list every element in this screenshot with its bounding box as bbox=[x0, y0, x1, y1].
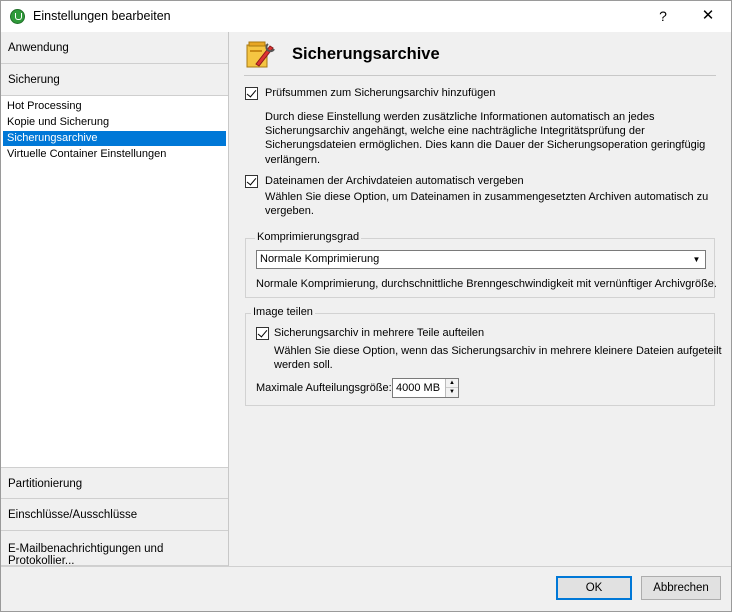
description-line: Durch diese Einstellung werden zusätzlic… bbox=[265, 111, 655, 123]
checksum-checkbox[interactable] bbox=[245, 87, 258, 100]
spin-down-icon[interactable]: ▼ bbox=[446, 388, 458, 397]
auto-filenames-checkbox[interactable] bbox=[245, 175, 258, 188]
sidebar-category-sicherung[interactable]: Sicherung bbox=[1, 64, 228, 96]
help-button[interactable]: ? bbox=[651, 5, 675, 27]
settings-dialog: Einstellungen bearbeiten ? ✕ Anwendung S… bbox=[0, 0, 732, 612]
cancel-button[interactable]: Abbrechen bbox=[641, 576, 721, 600]
chevron-down-icon[interactable]: ▼ bbox=[689, 252, 704, 267]
sidebar-category-label: Sicherung bbox=[8, 74, 60, 86]
auto-filenames-label[interactable]: Dateinamen der Archivdateien automatisch… bbox=[265, 175, 524, 187]
split-archive-checkbox[interactable] bbox=[256, 327, 269, 340]
dialog-footer: OK Abbrechen bbox=[1, 566, 731, 611]
ok-button[interactable]: OK bbox=[556, 576, 632, 600]
sidebar-category-email[interactable]: E-Mailbenachrichtigungen und Protokollie… bbox=[1, 531, 228, 567]
max-split-size-label: Maximale Aufteilungsgröße: bbox=[256, 382, 392, 394]
max-split-size-spinner[interactable]: 4000 MB ▲ ▼ bbox=[392, 378, 459, 398]
sidebar-category-partitionierung[interactable]: Partitionierung bbox=[1, 467, 228, 499]
sidebar-item-label: Virtuelle Container Einstellungen bbox=[7, 148, 167, 160]
archive-settings-icon bbox=[246, 41, 275, 68]
sidebar-item-label: Hot Processing bbox=[7, 100, 82, 112]
spinner-buttons: ▲ ▼ bbox=[445, 379, 458, 397]
description-line: Wählen Sie diese Option, wenn das Sicher… bbox=[274, 345, 722, 357]
close-button[interactable]: ✕ bbox=[695, 5, 721, 27]
sidebar-item-label: Kopie und Sicherung bbox=[7, 116, 110, 128]
sidebar-category-label: Anwendung bbox=[8, 42, 69, 54]
split-image-group-title: Image teilen bbox=[251, 306, 315, 318]
window-title: Einstellungen bearbeiten bbox=[33, 9, 171, 23]
compression-selected-value: Normale Komprimierung bbox=[260, 253, 380, 265]
title-bar: Einstellungen bearbeiten ? ✕ bbox=[1, 1, 731, 32]
sidebar-category-label: E-Mailbenachrichtigungen und Protokollie… bbox=[8, 543, 164, 567]
compression-dropdown[interactable]: Normale Komprimierung ▼ bbox=[256, 250, 706, 269]
max-split-size-value[interactable]: 4000 MB bbox=[396, 382, 440, 394]
compression-description: Normale Komprimierung, durchschnittliche… bbox=[256, 278, 717, 290]
split-archive-label[interactable]: Sicherungsarchiv in mehrere Teile auftei… bbox=[274, 327, 484, 339]
sidebar-sub-list: Hot Processing Kopie und Sicherung Siche… bbox=[1, 97, 228, 465]
page-title: Sicherungsarchive bbox=[292, 45, 440, 63]
sidebar-item-kopie-und-sicherung[interactable]: Kopie und Sicherung bbox=[3, 115, 226, 130]
compression-group-title: Komprimierungsgrad bbox=[255, 231, 362, 243]
description-line: verlängern. bbox=[265, 153, 321, 166]
sidebar-item-hot-processing[interactable]: Hot Processing bbox=[3, 99, 226, 114]
auto-filenames-description: Wählen Sie diese Option, um Dateinamen i… bbox=[265, 190, 708, 218]
checksum-label[interactable]: Prüfsummen zum Sicherungsarchiv hinzufüg… bbox=[265, 87, 496, 99]
description-line: vergeben. bbox=[265, 205, 314, 218]
header-divider bbox=[244, 75, 716, 76]
sidebar-item-label: Sicherungsarchive bbox=[7, 132, 98, 144]
sidebar-category-label: Einschlüsse/Ausschlüsse bbox=[8, 509, 138, 521]
description-line: Wählen Sie diese Option, um Dateinamen i… bbox=[265, 191, 709, 203]
sidebar-category-einschluesse[interactable]: Einschlüsse/Ausschlüsse bbox=[1, 499, 228, 531]
checksum-description: Durch diese Einstellung werden zusätzlic… bbox=[265, 110, 705, 167]
sidebar-category-anwendung[interactable]: Anwendung bbox=[1, 32, 228, 64]
split-archive-description: Wählen Sie diese Option, wenn das Sicher… bbox=[274, 344, 722, 372]
spin-up-icon[interactable]: ▲ bbox=[446, 379, 458, 388]
app-logo-icon bbox=[10, 9, 25, 24]
sidebar-category-label: Partitionierung bbox=[8, 478, 83, 490]
sidebar: Anwendung Sicherung Hot Processing Kopie… bbox=[1, 32, 229, 567]
description-line: werden soll. bbox=[274, 359, 333, 372]
sidebar-item-virtuelle-container[interactable]: Virtuelle Container Einstellungen bbox=[3, 147, 226, 162]
description-line: Sicherungsdateien ermöglichen. Dies kann… bbox=[265, 139, 706, 152]
sidebar-item-sicherungsarchive[interactable]: Sicherungsarchive bbox=[3, 131, 226, 146]
description-line: Sicherungsarchiv angehängt, welche eine … bbox=[265, 125, 645, 138]
settings-panel: Sicherungsarchive Prüfsummen zum Sicheru… bbox=[230, 32, 731, 566]
